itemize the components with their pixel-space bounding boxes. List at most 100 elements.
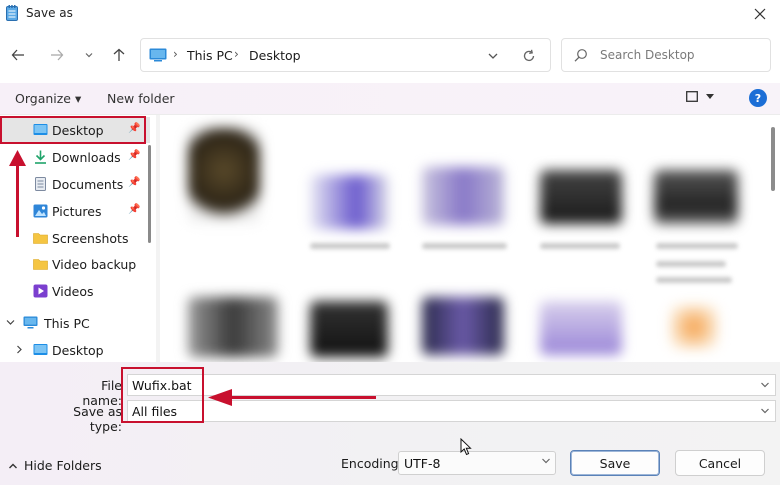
breadcrumb-separator-icon: › xyxy=(173,47,178,61)
pin-icon: 📌 xyxy=(128,150,141,161)
pc-icon xyxy=(149,48,167,62)
file-list-scrollbar[interactable] xyxy=(771,127,775,191)
recent-locations-button[interactable] xyxy=(78,44,100,66)
sidebar-item-video-backup[interactable]: Video backup xyxy=(0,251,150,277)
sidebar-item-label: Desktop xyxy=(52,343,104,358)
file-thumbnail[interactable] xyxy=(670,305,718,349)
up-button[interactable] xyxy=(108,44,130,66)
annotation-arrow-left-shaft xyxy=(230,396,376,399)
download-icon xyxy=(35,150,46,164)
arrow-right-icon xyxy=(51,49,64,61)
title-bar: Save as xyxy=(0,0,780,28)
notepad-icon xyxy=(6,5,18,21)
sidebar-item-label: Pictures xyxy=(52,204,102,219)
file-thumbnail[interactable] xyxy=(422,167,504,225)
chevron-down-icon xyxy=(85,53,93,58)
breadcrumb-desktop[interactable]: Desktop xyxy=(249,48,301,63)
pin-icon: 📌 xyxy=(128,204,141,215)
search-icon xyxy=(574,49,587,62)
save-as-type-label: Save as type: xyxy=(73,404,122,434)
sidebar-item-pictures[interactable]: Pictures 📌 xyxy=(0,198,150,224)
sidebar-item-screenshots[interactable]: Screenshots xyxy=(0,225,150,251)
refresh-button[interactable] xyxy=(518,45,540,67)
folder-icon xyxy=(33,233,48,244)
file-thumbnail[interactable] xyxy=(310,175,388,229)
chevron-down-icon xyxy=(761,382,769,388)
file-thumbnail[interactable] xyxy=(422,297,504,355)
videos-icon xyxy=(33,284,48,298)
file-name-text xyxy=(310,243,390,249)
file-name-text xyxy=(656,243,738,249)
encoding-value: UTF-8 xyxy=(404,456,441,471)
view-options-button[interactable] xyxy=(686,91,714,102)
save-options-panel: File name: Save as type: All files Hide … xyxy=(0,362,780,485)
arrow-up-icon xyxy=(113,48,125,61)
hide-folders-button[interactable]: Hide Folders xyxy=(8,458,102,473)
sidebar-scrollbar[interactable] xyxy=(148,145,151,243)
sidebar-item-label: Screenshots xyxy=(52,231,129,246)
sidebar-item-label: Videos xyxy=(52,284,94,299)
hide-folders-label: Hide Folders xyxy=(24,458,102,473)
arrow-left-icon xyxy=(11,49,24,61)
sidebar-item-label: This PC xyxy=(44,316,90,331)
pin-icon: 📌 xyxy=(128,177,141,188)
command-bar: Organize ▾ New folder ? xyxy=(0,83,780,115)
window-title: Save as xyxy=(26,6,73,20)
annotation-highlight-desktop xyxy=(0,116,146,144)
search-box[interactable] xyxy=(561,38,771,72)
close-icon xyxy=(754,8,766,20)
sidebar-item-documents[interactable]: Documents 📌 xyxy=(0,171,150,197)
forward-button[interactable] xyxy=(46,44,68,66)
refresh-icon xyxy=(523,49,535,62)
annotation-arrow-up-shaft xyxy=(16,163,19,237)
file-thumbnail[interactable] xyxy=(310,301,388,357)
sidebar-item-label: Downloads xyxy=(52,150,121,165)
file-thumbnail[interactable] xyxy=(654,170,738,224)
file-name-text xyxy=(422,243,507,249)
chevron-down-icon xyxy=(542,458,550,464)
document-icon xyxy=(35,177,46,191)
file-name-text xyxy=(540,243,620,249)
chevron-right-icon[interactable] xyxy=(16,345,23,354)
sidebar-item-videos[interactable]: Videos xyxy=(0,278,150,304)
organize-button[interactable]: Organize ▾ xyxy=(15,91,81,106)
address-bar[interactable]: › This PC › Desktop xyxy=(140,38,551,72)
annotation-arrow-up-icon xyxy=(9,150,26,166)
file-thumbnail[interactable] xyxy=(188,297,278,357)
sidebar-item-this-pc[interactable]: This PC xyxy=(0,310,150,336)
back-button[interactable] xyxy=(7,44,29,66)
navigation-bar: › This PC › Desktop xyxy=(0,28,780,83)
file-name-dropdown-button[interactable] xyxy=(758,378,772,392)
chevron-down-icon[interactable] xyxy=(6,319,15,326)
folder-icon xyxy=(33,259,48,270)
chevron-down-icon xyxy=(488,53,498,59)
desktop-folder-icon xyxy=(33,344,48,355)
annotation-highlight-file-fields xyxy=(121,367,204,423)
search-input[interactable] xyxy=(600,45,760,65)
pc-icon xyxy=(23,316,38,329)
chevron-down-icon xyxy=(761,408,769,414)
close-button[interactable] xyxy=(740,0,780,28)
encoding-label: Encoding: xyxy=(341,456,403,471)
file-name-text xyxy=(656,277,732,283)
file-list[interactable] xyxy=(160,115,780,362)
file-thumbnail[interactable] xyxy=(188,127,260,223)
sidebar-item-desktop-this-pc[interactable]: Desktop xyxy=(0,337,150,362)
save-button[interactable]: Save xyxy=(570,450,660,476)
chevron-up-icon xyxy=(9,463,17,468)
mouse-cursor-icon xyxy=(460,438,472,456)
file-name-text xyxy=(656,261,726,267)
sidebar-item-label: Video backup xyxy=(52,257,137,272)
breadcrumb-separator-icon: › xyxy=(234,47,239,61)
encoding-select[interactable]: UTF-8 xyxy=(398,451,556,475)
file-thumbnail[interactable] xyxy=(540,170,622,224)
breadcrumb-this-pc[interactable]: This PC xyxy=(187,48,233,63)
address-dropdown-button[interactable] xyxy=(483,46,503,66)
save-as-type-dropdown-button[interactable] xyxy=(758,404,772,418)
view-icon xyxy=(686,91,698,102)
cancel-button[interactable]: Cancel xyxy=(675,450,765,476)
pictures-icon xyxy=(33,204,48,218)
file-thumbnail[interactable] xyxy=(540,301,622,355)
help-button[interactable]: ? xyxy=(749,89,767,107)
new-folder-button[interactable]: New folder xyxy=(107,91,175,106)
